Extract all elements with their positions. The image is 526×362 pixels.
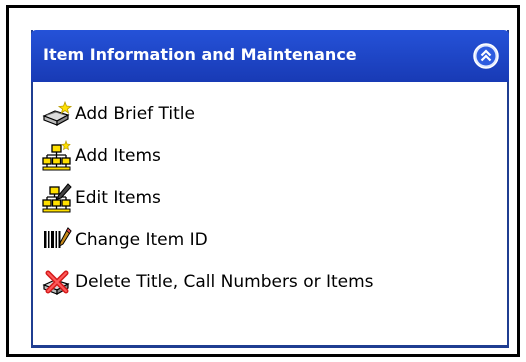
window-frame: Item Information and Maintenance Add Bri… xyxy=(6,5,520,357)
menu-item-add-items[interactable]: Add Items xyxy=(41,138,161,174)
edit-items-icon xyxy=(41,182,73,214)
panel-title: Item Information and Maintenance xyxy=(43,45,357,64)
add-items-icon xyxy=(41,139,73,172)
menu-item-label: Add Items xyxy=(75,146,161,166)
menu-item-label: Delete Title, Call Numbers or Items xyxy=(75,272,374,292)
menu-item-edit-items[interactable]: Edit Items xyxy=(41,180,161,216)
menu-item-delete-title[interactable]: Delete Title, Call Numbers or Items xyxy=(41,264,374,300)
delete-icon xyxy=(41,266,73,298)
menu-item-change-item-id[interactable]: Change Item ID xyxy=(41,222,208,258)
panel-header[interactable]: Item Information and Maintenance xyxy=(31,30,509,82)
barcode-pencil-icon xyxy=(41,224,73,256)
item-maintenance-panel: Item Information and Maintenance Add Bri… xyxy=(31,30,509,348)
menu-item-add-brief-title[interactable]: Add Brief Title xyxy=(41,96,195,132)
add-title-icon xyxy=(41,98,73,130)
double-chevron-up-icon[interactable] xyxy=(473,43,499,69)
menu-item-label: Edit Items xyxy=(75,188,161,208)
panel-bottom-border xyxy=(31,345,509,348)
menu-item-label: Add Brief Title xyxy=(75,104,195,124)
menu-item-label: Change Item ID xyxy=(75,230,208,250)
